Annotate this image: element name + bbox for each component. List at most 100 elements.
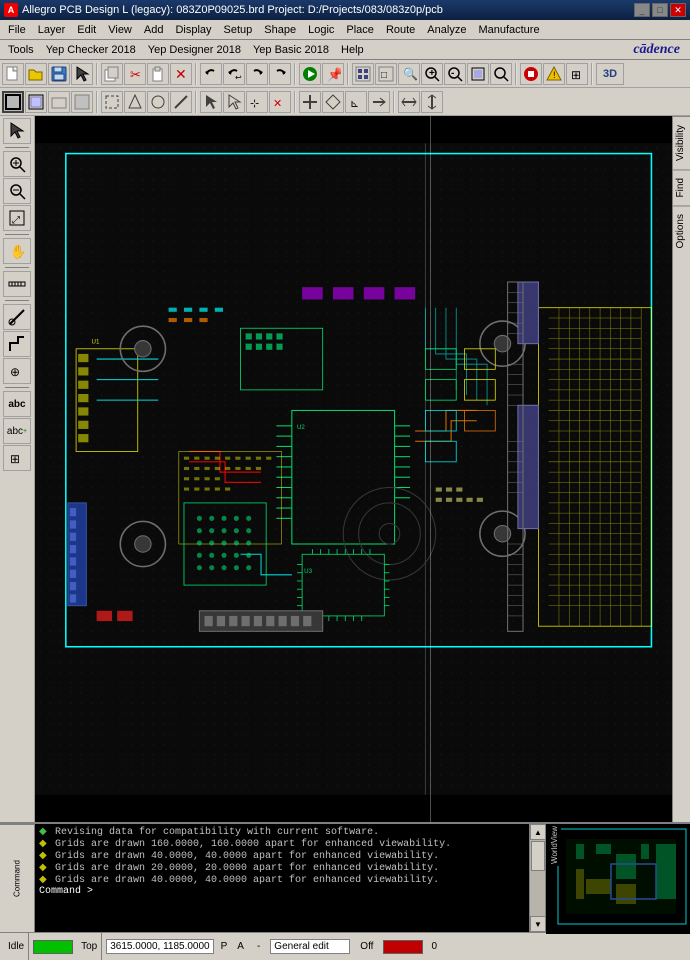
status-bar: Idle Top 3615.0000, 1185.0000 P A - Gene…	[0, 932, 690, 960]
minimize-button[interactable]: _	[634, 3, 650, 17]
menu-edit[interactable]: Edit	[71, 20, 102, 39]
zoom-out-btn[interactable]: -	[444, 63, 466, 85]
stop-button[interactable]	[520, 63, 542, 85]
ltb-btn10[interactable]: ⊕	[3, 358, 31, 384]
ltb-btn13[interactable]: ⊞	[3, 445, 31, 471]
tb2-select3[interactable]	[71, 91, 93, 113]
menu-logic[interactable]: Logic	[302, 20, 340, 39]
open-button[interactable]	[25, 63, 47, 85]
menu-display[interactable]: Display	[169, 20, 217, 39]
zoom-fit-btn[interactable]	[467, 63, 489, 85]
copy-button[interactable]	[101, 63, 123, 85]
menu-place[interactable]: Place	[340, 20, 380, 39]
ltb-text2[interactable]: abc+	[3, 418, 31, 444]
tb2-btn10[interactable]	[223, 91, 245, 113]
console-input[interactable]	[99, 886, 399, 897]
svg-text:!: !	[553, 70, 556, 80]
ltb-zoom-fit[interactable]: ⤢	[3, 205, 31, 231]
status-led-red	[383, 940, 423, 954]
visibility-tab[interactable]: Visibility	[673, 116, 690, 169]
svg-text:⊾: ⊾	[350, 98, 359, 110]
pin-button[interactable]: 📌	[322, 63, 344, 85]
menu-setup[interactable]: Setup	[218, 20, 259, 39]
drc-button[interactable]: !	[543, 63, 565, 85]
new-button[interactable]	[2, 63, 24, 85]
undo-button[interactable]	[200, 63, 222, 85]
find-tab[interactable]: Find	[673, 169, 690, 205]
paste-button[interactable]	[147, 63, 169, 85]
tb2-btn14[interactable]	[322, 91, 344, 113]
ltb-sep4	[5, 300, 29, 301]
ltb-zoom-in[interactable]	[3, 151, 31, 177]
tb2-btn8[interactable]	[170, 91, 192, 113]
svg-text:⊞: ⊞	[571, 68, 581, 82]
save-button[interactable]	[48, 63, 70, 85]
scroll-track[interactable]	[530, 840, 545, 916]
console-line-6[interactable]: Command >	[39, 886, 525, 897]
menu-route[interactable]: Route	[380, 20, 421, 39]
console-scrollbar[interactable]: ▲ ▼	[529, 824, 545, 932]
layer-button[interactable]: ⊞	[566, 63, 588, 85]
tb2-box[interactable]	[48, 91, 70, 113]
menu-add[interactable]: Add	[138, 20, 170, 39]
tb2-select[interactable]	[2, 91, 24, 113]
menu-file[interactable]: File	[2, 20, 32, 39]
maximize-button[interactable]: □	[652, 3, 668, 17]
tb-extra3[interactable]: 🔍	[398, 63, 420, 85]
menu-yep-basic[interactable]: Yep Basic 2018	[247, 40, 335, 59]
ltb-btn8[interactable]	[3, 304, 31, 330]
delete-button[interactable]: ✕	[170, 63, 192, 85]
menu-analyze[interactable]: Analyze	[421, 20, 472, 39]
tb-extra1[interactable]	[352, 63, 374, 85]
menu-help[interactable]: Help	[335, 40, 370, 59]
scroll-thumb[interactable]	[531, 841, 545, 871]
tb2-cursor[interactable]	[200, 91, 222, 113]
pick-button[interactable]	[71, 63, 93, 85]
status-dash: -	[251, 941, 266, 952]
zoom-prev-btn[interactable]	[490, 63, 512, 85]
run-button[interactable]	[299, 63, 321, 85]
menu-yep-checker[interactable]: Yep Checker 2018	[40, 40, 142, 59]
3d-button[interactable]: 3D	[596, 63, 624, 85]
ltb-zoom-out[interactable]	[3, 178, 31, 204]
svg-text:↩: ↩	[235, 73, 242, 82]
menu-manufacture[interactable]: Manufacture	[472, 20, 545, 39]
menu-shape[interactable]: Shape	[258, 20, 302, 39]
ltb-pan[interactable]: ✋	[3, 238, 31, 264]
zoom-in-btn[interactable]: +	[421, 63, 443, 85]
options-tab[interactable]: Options	[673, 205, 690, 256]
pcb-canvas-area[interactable]: U1 U2 U3	[35, 116, 672, 822]
cut-button[interactable]: ✂	[124, 63, 146, 85]
tb2-btn18[interactable]	[421, 91, 443, 113]
menu-tools[interactable]: Tools	[2, 40, 40, 59]
console-line-3: ◆ Grids are drawn 40.0000, 40.0000 apart…	[39, 850, 525, 862]
scroll-up-button[interactable]: ▲	[530, 824, 546, 840]
redo2-button[interactable]	[269, 63, 291, 85]
tb2-btn5[interactable]	[101, 91, 123, 113]
tb2-btn16[interactable]	[368, 91, 390, 113]
redo-button[interactable]	[246, 63, 268, 85]
tb2-btn7[interactable]	[147, 91, 169, 113]
tb2-btn6[interactable]	[124, 91, 146, 113]
tb2-btn12[interactable]: ✕	[269, 91, 291, 113]
close-button[interactable]: ✕	[670, 3, 686, 17]
ltb-ruler[interactable]	[3, 271, 31, 297]
tb2-btn11[interactable]: ⊹	[246, 91, 268, 113]
menu-view[interactable]: View	[102, 20, 138, 39]
ltb-text1[interactable]: abc	[3, 391, 31, 417]
tb2-select2[interactable]	[25, 91, 47, 113]
ltb-btn9[interactable]	[3, 331, 31, 357]
right-panel: Visibility Find Options	[672, 116, 690, 822]
scroll-down-button[interactable]: ▼	[530, 916, 546, 932]
tb2-btn15[interactable]: ⊾	[345, 91, 367, 113]
status-number: 0	[427, 941, 441, 952]
menu-yep-designer[interactable]: Yep Designer 2018	[142, 40, 247, 59]
menu-layer[interactable]: Layer	[32, 20, 72, 39]
tb2-btn13[interactable]	[299, 91, 321, 113]
console-text-5: Grids are drawn 40.0000, 40.0000 apart f…	[55, 875, 439, 886]
undo2-button[interactable]: ↩	[223, 63, 245, 85]
svg-text:✕: ✕	[175, 66, 187, 82]
tb-extra2[interactable]: □	[375, 63, 397, 85]
tb2-btn17[interactable]	[398, 91, 420, 113]
ltb-select[interactable]	[3, 118, 31, 144]
